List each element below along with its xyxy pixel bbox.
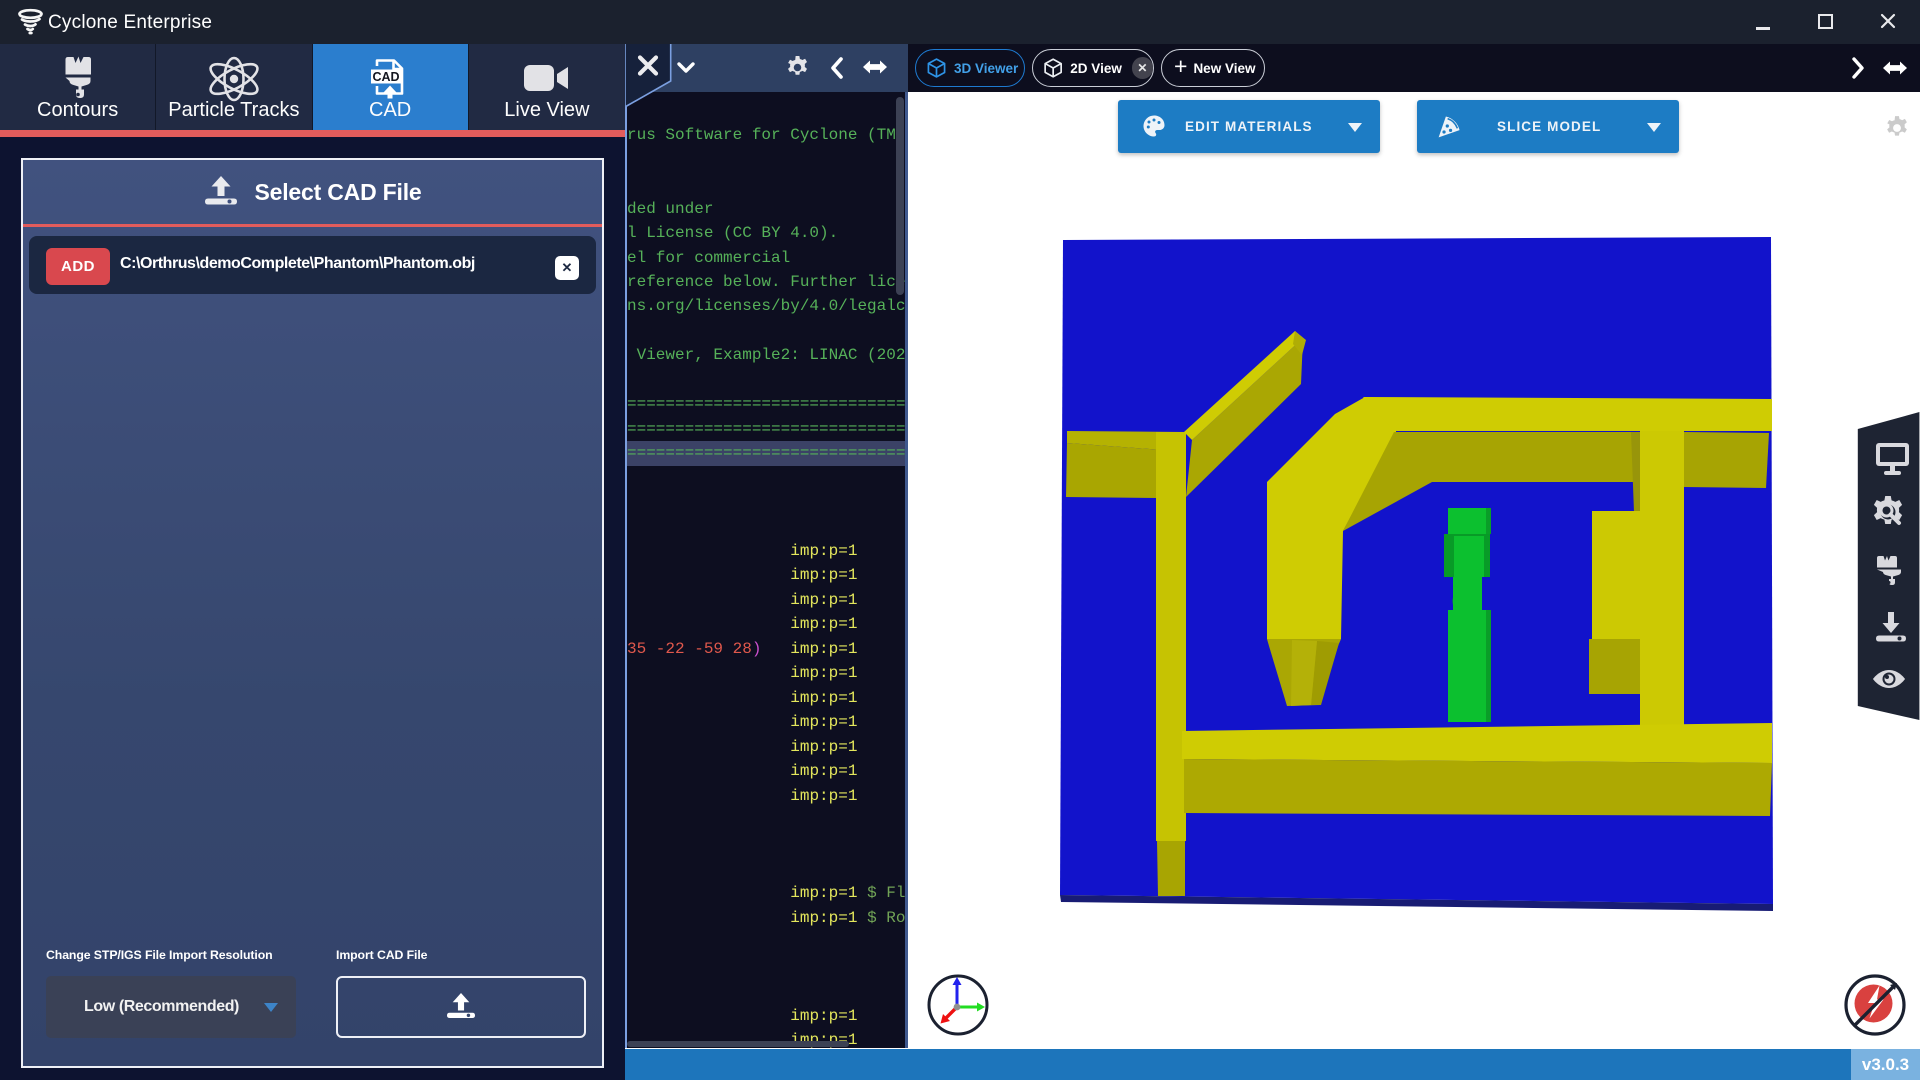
svg-text:CAD: CAD [373,70,400,84]
